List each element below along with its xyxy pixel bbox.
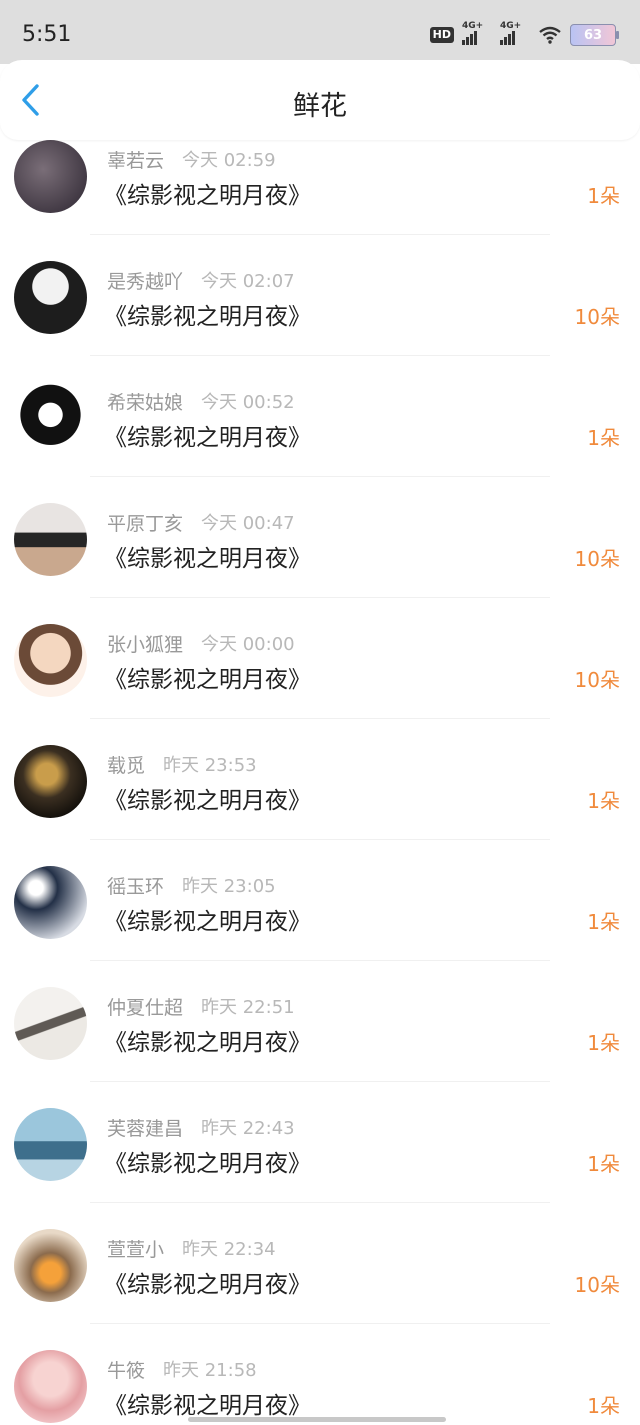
divider: [90, 1323, 550, 1324]
list-item[interactable]: 牛筱 昨天 21:58 《综影视之明月夜》 1朵: [0, 1350, 640, 1425]
signal-icon: 4G+: [462, 21, 492, 45]
avatar[interactable]: [14, 745, 87, 818]
sender-name[interactable]: 仲夏仕超: [107, 993, 183, 1020]
book-title[interactable]: 《综影视之明月夜》: [104, 297, 311, 331]
status-time: 5:51: [22, 22, 72, 47]
divider: [90, 1081, 550, 1082]
avatar[interactable]: [14, 261, 87, 334]
network-label: 4G+: [500, 21, 522, 31]
list-item[interactable]: 平原丁亥 今天 00:47 《综影视之明月夜》 10朵: [0, 503, 640, 624]
network-label: 4G+: [462, 21, 484, 31]
status-bar: 5:51 HD 4G+ 4G+ 63: [0, 0, 640, 64]
sender-name[interactable]: 辜若云: [107, 146, 164, 173]
divider: [90, 355, 550, 356]
battery-icon: 63: [570, 24, 619, 46]
list-item[interactable]: 希荣姑娘 今天 00:52 《综影视之明月夜》 1朵: [0, 382, 640, 503]
home-indicator[interactable]: [188, 1417, 446, 1422]
book-title[interactable]: 《综影视之明月夜》: [104, 781, 311, 815]
sender-name[interactable]: 萱萱小: [107, 1235, 164, 1262]
book-title[interactable]: 《综影视之明月夜》: [104, 539, 311, 573]
avatar[interactable]: [14, 987, 87, 1060]
divider: [90, 718, 550, 719]
timestamp: 今天 00:00: [201, 634, 295, 655]
list-item[interactable]: 辜若云 今天 02:59 《综影视之明月夜》 1朵: [0, 140, 640, 261]
timestamp: 今天 02:59: [182, 150, 276, 171]
flower-count: 1朵: [587, 1031, 620, 1055]
sender-name[interactable]: 芙蓉建昌: [107, 1114, 183, 1141]
flower-count: 1朵: [587, 910, 620, 934]
flower-count: 10朵: [574, 1273, 620, 1297]
list-item[interactable]: 张小狐狸 今天 00:00 《综影视之明月夜》 10朵: [0, 624, 640, 745]
flower-count: 10朵: [574, 668, 620, 692]
flower-list: 辜若云 今天 02:59 《综影视之明月夜》 1朵 是秀越吖 今天 02:07 《综影视之明…: [0, 140, 640, 1425]
book-title[interactable]: 《综影视之明月夜》: [104, 902, 311, 936]
book-title[interactable]: 《综影视之明月夜》: [104, 176, 311, 210]
screen: 5:51 HD 4G+ 4G+ 63 鲜花 辜若云 今天 02:59 《综影视之…: [0, 0, 640, 1425]
avatar[interactable]: [14, 624, 87, 697]
book-title[interactable]: 《综影视之明月夜》: [104, 418, 311, 452]
sender-name[interactable]: 载觅: [107, 751, 145, 778]
avatar[interactable]: [14, 1108, 87, 1181]
book-title[interactable]: 《综影视之明月夜》: [104, 1386, 311, 1420]
timestamp: 今天 02:07: [201, 271, 295, 292]
avatar[interactable]: [14, 382, 87, 455]
book-title[interactable]: 《综影视之明月夜》: [104, 1023, 311, 1057]
sender-name[interactable]: 徭玉环: [107, 872, 164, 899]
wifi-icon: [538, 26, 562, 44]
avatar[interactable]: [14, 140, 87, 213]
hd-icon: HD: [429, 27, 454, 43]
list-item[interactable]: 徭玉环 昨天 23:05 《综影视之明月夜》 1朵: [0, 866, 640, 987]
divider: [90, 839, 550, 840]
sender-name[interactable]: 是秀越吖: [107, 267, 183, 294]
divider: [90, 960, 550, 961]
sender-name[interactable]: 牛筱: [107, 1356, 145, 1383]
book-title[interactable]: 《综影视之明月夜》: [104, 660, 311, 694]
flower-count: 1朵: [587, 1394, 620, 1418]
divider: [90, 597, 550, 598]
timestamp: 昨天 22:43: [201, 1118, 295, 1139]
book-title[interactable]: 《综影视之明月夜》: [104, 1144, 311, 1178]
flower-count: 10朵: [574, 547, 620, 571]
timestamp: 昨天 22:34: [182, 1239, 276, 1260]
sender-name[interactable]: 平原丁亥: [107, 509, 183, 536]
timestamp: 昨天 23:05: [182, 876, 276, 897]
page-title: 鲜花: [293, 91, 347, 122]
flower-count: 1朵: [587, 426, 620, 450]
timestamp: 今天 00:47: [201, 513, 295, 534]
sender-name[interactable]: 希荣姑娘: [107, 388, 183, 415]
list-item[interactable]: 仲夏仕超 昨天 22:51 《综影视之明月夜》 1朵: [0, 987, 640, 1108]
timestamp: 昨天 23:53: [163, 755, 257, 776]
divider: [90, 476, 550, 477]
flower-count: 1朵: [587, 1152, 620, 1176]
list-item[interactable]: 芙蓉建昌 昨天 22:43 《综影视之明月夜》 1朵: [0, 1108, 640, 1229]
flower-count: 10朵: [574, 305, 620, 329]
sender-name[interactable]: 张小狐狸: [107, 630, 183, 657]
nav-header: 鲜花: [0, 60, 640, 140]
avatar[interactable]: [14, 1229, 87, 1302]
flower-count: 1朵: [587, 789, 620, 813]
avatar[interactable]: [14, 866, 87, 939]
divider: [90, 234, 550, 235]
flower-count: 1朵: [587, 184, 620, 208]
timestamp: 昨天 21:58: [163, 1360, 257, 1381]
book-title[interactable]: 《综影视之明月夜》: [104, 1265, 311, 1299]
timestamp: 今天 00:52: [201, 392, 295, 413]
signal-icon: 4G+: [500, 21, 530, 45]
list-item[interactable]: 萱萱小 昨天 22:34 《综影视之明月夜》 10朵: [0, 1229, 640, 1350]
avatar[interactable]: [14, 1350, 87, 1423]
avatar[interactable]: [14, 503, 87, 576]
divider: [90, 1202, 550, 1203]
list-item[interactable]: 是秀越吖 今天 02:07 《综影视之明月夜》 10朵: [0, 261, 640, 382]
list-item[interactable]: 载觅 昨天 23:53 《综影视之明月夜》 1朵: [0, 745, 640, 866]
timestamp: 昨天 22:51: [201, 997, 295, 1018]
status-icons: HD 4G+ 4G+ 63: [429, 21, 619, 48]
battery-level: 63: [583, 27, 603, 43]
